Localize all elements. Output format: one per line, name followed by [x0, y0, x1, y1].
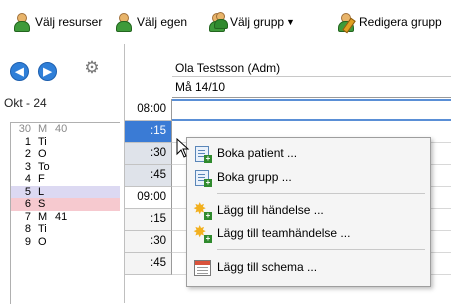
add-event-icon: ✸ + [193, 201, 212, 220]
menu-item-label: Boka patient ... [217, 146, 298, 160]
select-group-label: Välj grupp [230, 15, 285, 29]
time-slot: :30 [125, 231, 172, 253]
calendar-day[interactable]: 3 To [11, 161, 120, 174]
weekday: O [38, 235, 47, 248]
day-number: 9 [24, 235, 31, 248]
schedule-cell[interactable] [172, 99, 451, 121]
calendar-day[interactable]: 30 M 40 [11, 123, 120, 136]
day-number: 30 [18, 123, 31, 135]
calendar-day[interactable]: 9O [11, 236, 120, 249]
menu-item-book-patient[interactable]: + Boka patient ... [187, 142, 430, 164]
weekday: L [38, 185, 45, 198]
next-arrow-icon[interactable]: ▶ [38, 62, 57, 81]
select-group-button[interactable]: Välj grupp ▼ [207, 10, 301, 34]
time-column: 08:00:15:30:45 09:00:15:30:45 [125, 99, 172, 275]
day-number: 5 [24, 185, 31, 198]
person-icon [12, 12, 32, 32]
menu-item-book-group[interactable]: + Boka grupp ... [187, 166, 430, 188]
month-label: Okt - 24 [4, 96, 47, 110]
weekday: Ti [38, 135, 47, 148]
time-slot: :15 [125, 121, 172, 143]
calendar-day[interactable]: 4F [11, 173, 120, 186]
weekday: S [38, 198, 46, 210]
toolbar: Välj resurser Välj egen Välj grupp ▼ Red… [0, 0, 451, 45]
mini-calendar: 30 M 40 1 Ti 2 O 3 To 4 F 5 L 6 S 7 M 41 8 Ti 9 O [10, 122, 120, 304]
add-team-event-icon: ✸ + [193, 224, 212, 243]
calendar-day[interactable]: 1 Ti [11, 136, 120, 149]
day-number: 8 [24, 223, 31, 235]
book-patient-icon: + [193, 144, 212, 163]
menu-item-label: Boka grupp ... [217, 170, 292, 184]
book-group-icon: + [193, 168, 212, 187]
weekday: M [38, 123, 48, 135]
menu-item-label: Lägg till händelse ... [217, 203, 324, 217]
add-schedule-icon [193, 258, 211, 276]
edit-group-label: Redigera grupp [359, 15, 442, 29]
menu-item-add-team-event[interactable]: ✸ + Lägg till teamhändelse ... [187, 222, 430, 244]
day-number: 3 [24, 160, 31, 173]
time-slot: :45 [125, 165, 172, 187]
weekday: To [38, 160, 50, 173]
calendar-day[interactable]: 8 Ti [11, 223, 120, 236]
week-number: 40 [55, 123, 68, 135]
menu-item-label: Lägg till schema ... [217, 260, 318, 274]
time-slot: :45 [125, 253, 172, 275]
menu-separator [217, 249, 425, 250]
day-number: 7 [24, 210, 31, 223]
time-slot: 09:00 [125, 187, 172, 209]
week-number: 41 [55, 210, 68, 223]
day-number: 1 [24, 135, 31, 148]
gear-icon[interactable]: ⚙ [83, 59, 101, 77]
menu-item-add-event[interactable]: ✸ + Lägg till händelse ... [187, 199, 430, 221]
calendar-day[interactable]: 6S [11, 198, 120, 211]
weekday: F [38, 173, 45, 185]
date-header: Må 14/10 [172, 78, 451, 98]
resource-header: Ola Testsson (Adm) [172, 60, 451, 77]
weekday: M [38, 210, 48, 223]
menu-item-add-schedule[interactable]: Lägg till schema ... [187, 256, 430, 278]
weekday: Ti [38, 223, 47, 235]
calendar-day[interactable]: 2O [11, 148, 120, 161]
day-number: 6 [24, 198, 31, 210]
select-resources-label: Välj resurser [35, 15, 103, 29]
calendar-day[interactable]: 5L [11, 185, 120, 198]
menu-item-label: Lägg till teamhändelse ... [217, 226, 351, 240]
day-number: 2 [24, 148, 31, 160]
time-slot: 08:00 [125, 99, 172, 121]
select-own-button[interactable]: Välj egen [114, 10, 187, 34]
calendar-day[interactable]: 7 M 41 [11, 211, 120, 224]
left-panel: ◀ ▶ ⚙ Okt - 24 30 M 40 1 Ti 2 O 3 To 4 F 5 L 6 S 7 M 41 8 T… [0, 44, 125, 304]
edit-group-icon [336, 12, 356, 34]
chevron-down-icon[interactable]: ▼ [286, 17, 295, 27]
previous-arrow-icon[interactable]: ◀ [10, 62, 29, 81]
time-slot: :15 [125, 209, 172, 231]
person-icon [114, 12, 134, 32]
day-number: 4 [24, 173, 31, 185]
select-own-label: Välj egen [137, 15, 188, 29]
context-menu: + Boka patient ... + Boka grupp ... ✸ + L… [186, 137, 431, 287]
group-icon [207, 12, 228, 32]
edit-group-button[interactable]: Redigera grupp [336, 10, 442, 34]
mouse-cursor-icon [176, 138, 190, 158]
select-resources-button[interactable]: Välj resurser [12, 10, 102, 34]
time-slot: :30 [125, 143, 172, 165]
menu-separator [217, 193, 425, 194]
weekday: O [38, 148, 47, 160]
